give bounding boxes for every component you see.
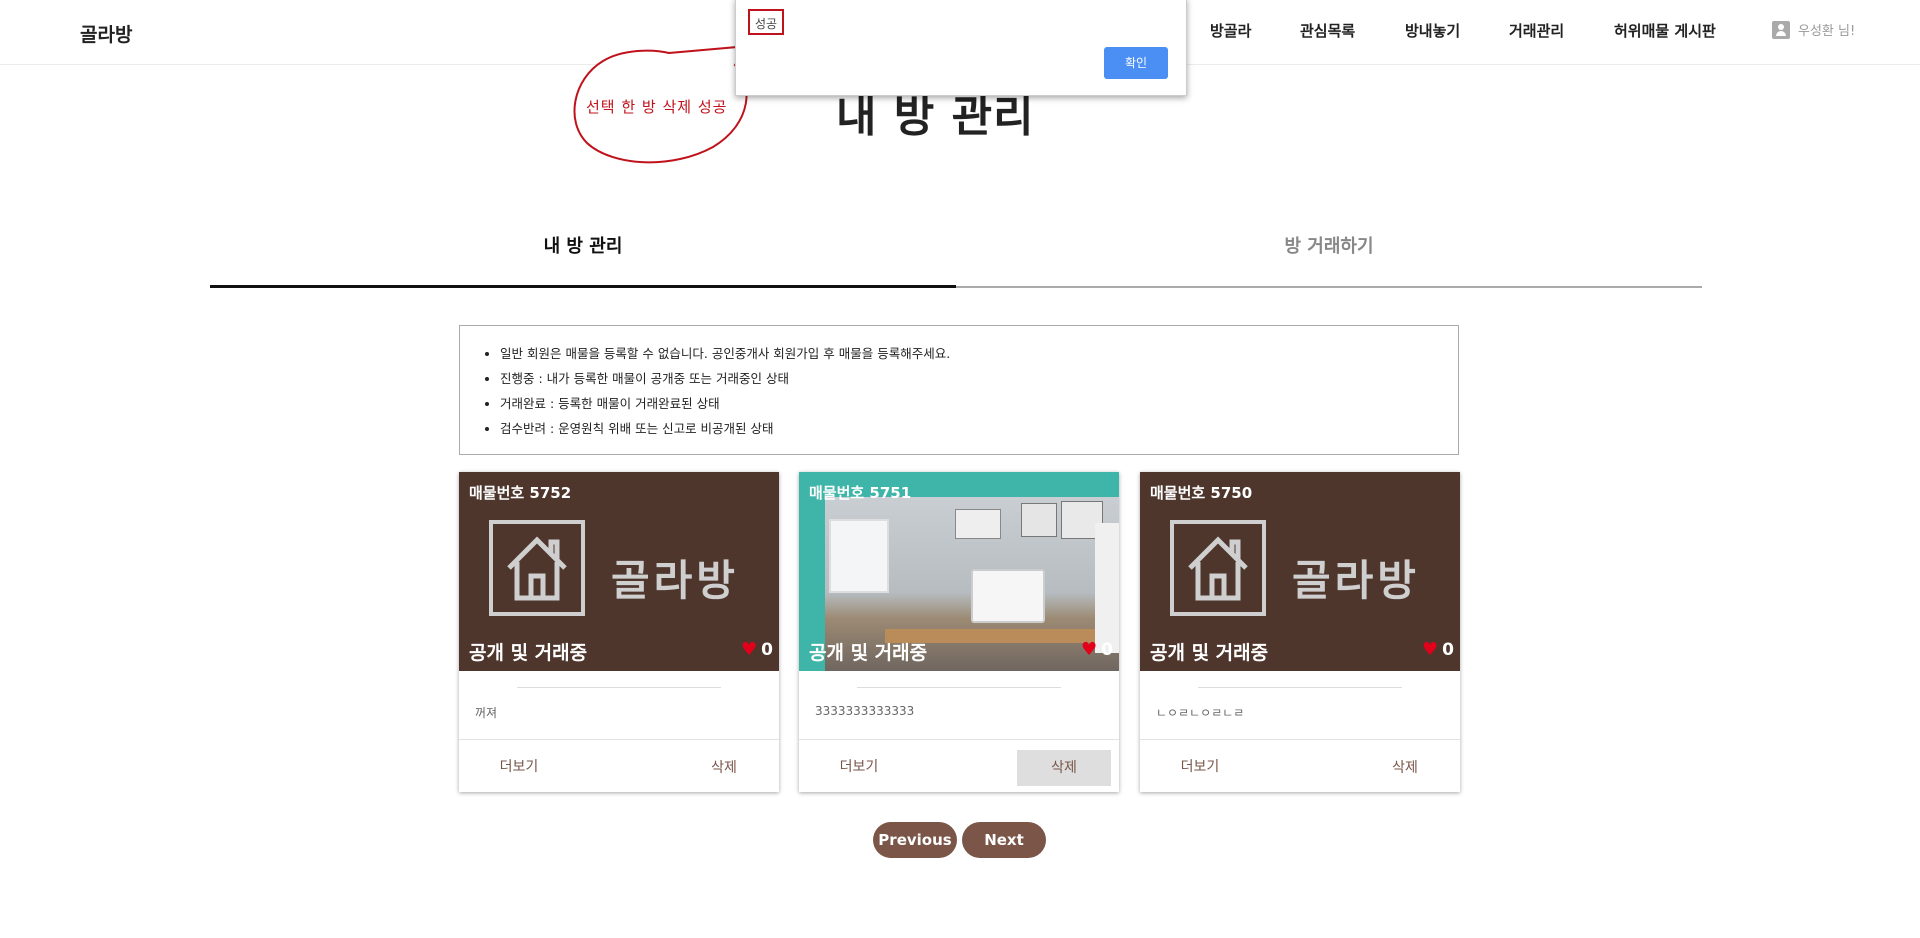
- card-divider: [517, 687, 721, 688]
- like-count: 0: [1442, 640, 1454, 660]
- tab-active-indicator: [210, 285, 956, 288]
- nav-item-deal-management[interactable]: 거래관리: [1509, 20, 1564, 41]
- heart-icon: ♥: [741, 639, 758, 660]
- alert-dialog: 성공 확인: [735, 0, 1187, 96]
- brand-logo-text: 골라방: [1292, 556, 1420, 605]
- listing-status: 공개 및 거래중: [809, 642, 928, 664]
- listing-number: 매물번호 5750: [1150, 484, 1253, 502]
- listing-status: 공개 및 거래중: [469, 642, 588, 664]
- delete-button[interactable]: 삭제: [1358, 750, 1452, 786]
- card-actions: 더보기 삭제: [1140, 739, 1460, 793]
- more-button[interactable]: 더보기: [813, 750, 905, 784]
- nav-item-find-room[interactable]: 방골라: [1210, 20, 1251, 41]
- ok-button[interactable]: 확인: [1104, 47, 1168, 79]
- room-description: ㄴㅇㄹㄴㅇㄹㄴㄹ: [1156, 706, 1245, 720]
- more-button[interactable]: 더보기: [473, 750, 565, 784]
- card-divider: [1198, 687, 1402, 688]
- tab-underline: [956, 286, 1702, 288]
- nav-item-list-room[interactable]: 방내놓기: [1405, 20, 1460, 41]
- more-button[interactable]: 더보기: [1154, 750, 1246, 784]
- room-thumbnail[interactable]: 매물번호 5751 공개 및 거래중 ♥ 0: [799, 472, 1119, 671]
- card-divider: [857, 687, 1061, 688]
- site-logo[interactable]: 골라방: [80, 20, 132, 47]
- user-name: 우성환 님!: [1798, 24, 1856, 39]
- card-actions: 더보기 삭제: [799, 739, 1119, 793]
- annotation-text: 선택 한 방 삭제 성공: [586, 98, 728, 116]
- room-description: 3333333333333: [815, 704, 915, 718]
- info-item: 일반 회원은 매물을 등록할 수 없습니다. 공인중개사 회원가입 후 매물을 …: [500, 341, 1458, 366]
- nav-item-fake-listing-board[interactable]: 허위매물 게시판: [1614, 20, 1716, 41]
- info-item: 진행중 : 내가 등록한 매물이 공개중 또는 거래중인 상태: [500, 366, 1458, 391]
- tab-my-rooms[interactable]: 내 방 관리: [210, 232, 956, 258]
- like-counter[interactable]: ♥ 0: [1081, 640, 1113, 660]
- listing-number: 매물번호 5752: [469, 484, 572, 502]
- room-description: 꺼져: [475, 706, 498, 720]
- user-menu[interactable]: 우성환 님!: [1772, 20, 1855, 39]
- room-thumbnail[interactable]: 매물번호 5750 골라방 공개 및 거래중 ♥ 0: [1140, 472, 1460, 671]
- room-card: 매물번호 5752 골라방 공개 및 거래중 ♥ 0 꺼져 더보기 삭제: [459, 472, 779, 792]
- info-item: 검수반려 : 운영원칙 위배 또는 신고로 비공개된 상태: [500, 416, 1458, 441]
- heart-icon: ♥: [1081, 639, 1098, 660]
- brand-logo-text: 골라방: [611, 556, 739, 605]
- alert-message: 성공: [748, 9, 784, 35]
- house-logo-icon: [489, 520, 585, 616]
- listing-status: 공개 및 거래중: [1150, 642, 1269, 664]
- like-count: 0: [1101, 640, 1113, 660]
- nav-item-favorites[interactable]: 관심목록: [1300, 20, 1355, 41]
- info-notice-box: 일반 회원은 매물을 등록할 수 없습니다. 공인중개사 회원가입 후 매물을 …: [459, 325, 1459, 455]
- tab-trade-rooms[interactable]: 방 거래하기: [956, 232, 1702, 258]
- delete-button[interactable]: 삭제: [1017, 750, 1111, 786]
- room-thumbnail[interactable]: 매물번호 5752 골라방 공개 및 거래중 ♥ 0: [459, 472, 779, 671]
- heart-icon: ♥: [1422, 639, 1439, 660]
- like-counter[interactable]: ♥ 0: [1422, 640, 1454, 660]
- info-item: 거래완료 : 등록한 매물이 거래완료된 상태: [500, 391, 1458, 416]
- user-icon: [1772, 20, 1790, 39]
- room-card: 매물번호 5750 골라방 공개 및 거래중 ♥ 0 ㄴㅇㄹㄴㅇㄹㄴㄹ 더보기 …: [1140, 472, 1460, 792]
- like-counter[interactable]: ♥ 0: [741, 640, 773, 660]
- next-button[interactable]: Next: [962, 822, 1046, 858]
- house-logo-icon: [1170, 520, 1266, 616]
- delete-button[interactable]: 삭제: [677, 750, 771, 786]
- like-count: 0: [761, 640, 773, 660]
- previous-button[interactable]: Previous: [873, 822, 957, 858]
- room-card: 매물번호 5751 공개 및 거래중 ♥ 0 3333333333333 더보기…: [799, 472, 1119, 792]
- card-actions: 더보기 삭제: [459, 739, 779, 793]
- listing-number: 매물번호 5751: [809, 484, 912, 502]
